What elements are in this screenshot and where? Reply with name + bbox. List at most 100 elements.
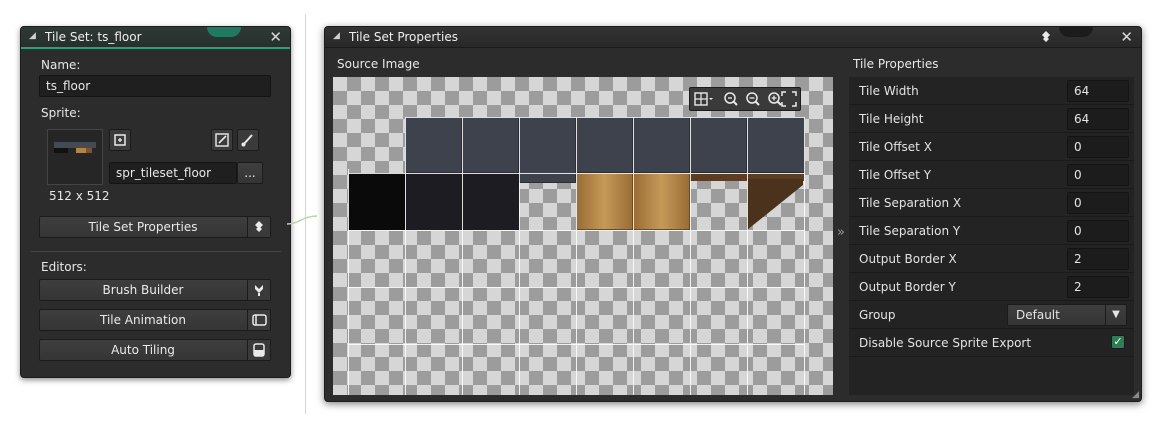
animation-icon — [247, 310, 270, 330]
name-field[interactable]: ts_floor — [39, 75, 271, 97]
grid-line — [804, 117, 805, 395]
prop-label: Tile Height — [859, 112, 924, 126]
group-select-value: Default — [1016, 308, 1060, 322]
edit-sprite-button[interactable] — [211, 129, 233, 151]
brush-builder-icon — [247, 280, 270, 300]
diamond-grid-icon — [247, 217, 270, 237]
fit-screen-icon[interactable] — [778, 89, 800, 109]
auto-tiling-button[interactable]: Auto Tiling — [39, 339, 271, 361]
output-border-x-input[interactable]: 2 — [1067, 248, 1129, 270]
brick-tile — [462, 173, 519, 230]
wood-tile — [633, 173, 690, 230]
grid-toggle-icon[interactable] — [690, 89, 716, 109]
grid-line — [348, 287, 805, 288]
prop-tile-height: Tile Height 64 — [849, 105, 1134, 133]
zoom-reset-icon[interactable] — [720, 89, 742, 109]
chevron-down-icon[interactable]: ▼ — [1105, 305, 1126, 325]
auto-tiling-label: Auto Tiling — [111, 343, 175, 357]
section-divider — [31, 251, 281, 252]
tile-offset-x-input[interactable]: 0 — [1067, 136, 1129, 158]
stone-tile — [690, 117, 747, 173]
brick-tile — [405, 173, 462, 230]
source-image-canvas[interactable] — [333, 77, 833, 395]
collapse-panel-icon[interactable]: » — [837, 225, 845, 240]
tileset-panel: ◢ Tile Set: ts_floor ✕ Name: ts_floor Sp… — [20, 26, 291, 378]
grid-line — [519, 117, 520, 395]
diamond-grid-icon — [1039, 30, 1053, 47]
editors-label: Editors: — [41, 260, 87, 274]
prop-tile-separation-y: Tile Separation Y 0 — [849, 217, 1134, 245]
stone-tile — [576, 117, 633, 173]
wood-ramp-tile — [747, 179, 803, 230]
stone-tile — [405, 117, 462, 173]
prop-tile-offset-y: Tile Offset Y 0 — [849, 161, 1134, 189]
prop-label: Tile Offset Y — [859, 168, 932, 182]
close-icon[interactable]: ✕ — [1120, 28, 1133, 46]
prop-label: Tile Offset X — [859, 140, 932, 154]
paint-brush-button[interactable] — [237, 129, 259, 151]
tileset-titlebar[interactable]: ◢ Tile Set: ts_floor ✕ — [21, 27, 290, 49]
tab-notch — [1059, 27, 1093, 37]
group-label: Group — [859, 308, 896, 322]
grid-line — [405, 117, 805, 118]
name-label: Name: — [41, 58, 81, 72]
close-icon[interactable]: ✕ — [269, 28, 282, 46]
disable-export-checkbox[interactable]: ✓ — [1111, 335, 1125, 349]
tile-properties-panel: Tile Width 64 Tile Height 64 Tile Offset… — [849, 77, 1134, 395]
prop-label: Output Border Y — [859, 280, 956, 294]
grid-line — [348, 173, 805, 174]
prop-group: Group Default ▼ — [849, 301, 1134, 329]
tab-notch — [207, 27, 241, 37]
collapse-triangle-icon[interactable]: ◢ — [333, 31, 340, 41]
dark-tile — [348, 173, 405, 230]
grid-line — [348, 169, 349, 395]
prop-tile-width: Tile Width 64 — [849, 77, 1134, 105]
grid-line — [348, 344, 805, 345]
prop-disable-export: Disable Source Sprite Export ✓ — [849, 329, 1134, 357]
brush-builder-button[interactable]: Brush Builder — [39, 279, 271, 301]
tile-separation-x-input[interactable]: 0 — [1067, 192, 1129, 214]
wood-tile — [576, 173, 633, 230]
auto-tiling-icon — [247, 340, 270, 360]
prop-label: Tile Separation X — [859, 196, 962, 210]
stone-tile — [462, 117, 519, 173]
prop-output-border-y: Output Border Y 2 — [849, 273, 1134, 301]
sprite-label: Sprite: — [41, 106, 81, 120]
new-sprite-button[interactable] — [109, 129, 131, 151]
source-image-label: Source Image — [337, 57, 420, 71]
canvas-toolbar — [689, 87, 801, 111]
grid-line — [405, 117, 406, 395]
sprite-browse-button[interactable]: ... — [237, 162, 263, 184]
collapse-triangle-icon[interactable]: ◢ — [29, 31, 36, 41]
zoom-out-icon[interactable] — [742, 89, 764, 109]
properties-titlebar[interactable]: ◢ Tile Set Properties ✕ — [325, 27, 1141, 48]
prop-label: Tile Separation Y — [859, 224, 961, 238]
prop-label: Output Border X — [859, 252, 957, 266]
group-select[interactable]: Default ▼ — [1007, 304, 1127, 326]
prop-tile-separation-x: Tile Separation X 0 — [849, 189, 1134, 217]
grid-line — [633, 117, 634, 395]
tile-properties-label: Tile Properties — [853, 57, 939, 71]
brush-builder-label: Brush Builder — [102, 283, 184, 297]
tile-height-input[interactable]: 64 — [1067, 108, 1129, 130]
tile-width-input[interactable]: 64 — [1067, 80, 1129, 102]
tile-offset-y-input[interactable]: 0 — [1067, 164, 1129, 186]
stone-tile — [747, 117, 805, 173]
sprite-field[interactable]: spr_tileset_floor — [109, 162, 237, 184]
sprite-thumbnail[interactable] — [47, 129, 103, 185]
tile-animation-button[interactable]: Tile Animation — [39, 309, 271, 331]
tile-separation-y-input[interactable]: 0 — [1067, 220, 1129, 242]
resize-grip-icon[interactable]: ◢ — [1132, 390, 1139, 400]
prop-output-border-x: Output Border X 2 — [849, 245, 1134, 273]
properties-title: Tile Set Properties — [349, 30, 458, 44]
prop-tile-offset-x: Tile Offset X 0 — [849, 133, 1134, 161]
tileset-properties-window: ◢ Tile Set Properties ✕ Source Image Til… — [324, 26, 1142, 402]
tileset-properties-label: Tile Set Properties — [88, 220, 198, 234]
tile-animation-label: Tile Animation — [99, 313, 186, 327]
prop-label: Tile Width — [859, 84, 919, 98]
output-border-y-input[interactable]: 2 — [1067, 276, 1129, 298]
grid-line — [462, 117, 463, 395]
sprite-size-text: 512 x 512 — [49, 189, 110, 203]
tileset-title: Tile Set: ts_floor — [45, 30, 142, 44]
tileset-properties-button[interactable]: Tile Set Properties — [39, 216, 271, 238]
